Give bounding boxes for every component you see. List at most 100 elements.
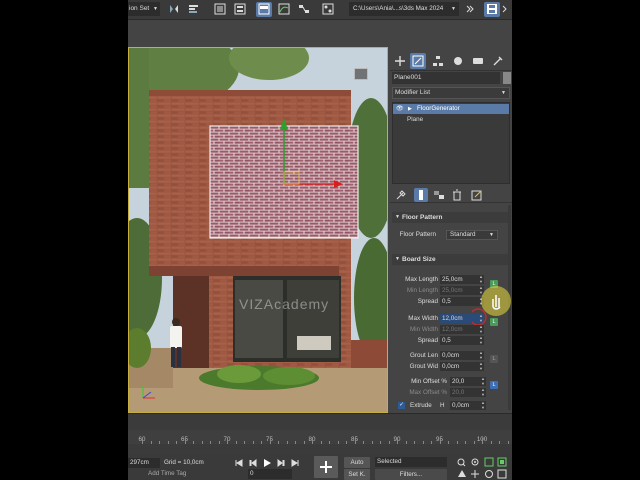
timeline-tick: [286, 441, 288, 444]
eye-icon[interactable]: 👁: [396, 104, 404, 114]
stack-item-plane[interactable]: Plane: [393, 115, 509, 125]
toggle-ribbon-icon[interactable]: [256, 2, 272, 17]
go-to-end-icon[interactable]: [290, 458, 300, 468]
spinner-arrows-icon[interactable]: ▲ ▼: [481, 400, 485, 410]
create-tab-icon[interactable]: [392, 53, 408, 69]
min-width-value: 12,0cm: [442, 326, 463, 333]
selected-label: Selected: [377, 458, 402, 465]
floor-pattern-label: Floor Pattern: [399, 231, 436, 238]
grout-wid-spinner[interactable]: 0,0cm ▲ ▼: [440, 361, 484, 371]
layer-explorer-icon[interactable]: [232, 2, 248, 17]
overflow-chevron-icon[interactable]: [462, 2, 478, 17]
timeline-tick: [405, 441, 407, 444]
spinner-arrows-icon[interactable]: ▲ ▼: [479, 324, 483, 334]
timeline-tick: [473, 441, 475, 444]
cursor-highlight: [472, 286, 511, 325]
lock-icon[interactable]: L: [490, 355, 498, 363]
floor-pattern-rollout[interactable]: ▼ Floor Pattern: [392, 212, 510, 223]
timeline-tick: [235, 441, 237, 444]
zoom-extents-icon[interactable]: [484, 457, 494, 467]
filters-button[interactable]: Filters...: [375, 469, 447, 480]
spinner-arrows-icon[interactable]: ▲ ▼: [479, 361, 483, 371]
zoom-icon[interactable]: [457, 458, 466, 467]
timeline-tick: [414, 441, 415, 444]
key-filter-dropdown[interactable]: Selected: [375, 457, 447, 467]
material-editor-icon[interactable]: [320, 2, 336, 17]
schematic-view-icon[interactable]: [296, 2, 312, 17]
grout-len-spinner[interactable]: 0,0cm ▲ ▼: [440, 350, 484, 360]
time-ruler[interactable]: 6065707580859095100: [128, 430, 512, 444]
chevron-down-icon: ▼: [153, 6, 158, 12]
play-icon[interactable]: [262, 458, 272, 468]
utilities-tab-icon[interactable]: [490, 53, 506, 69]
board-size-rollout[interactable]: ▼ Board Size: [392, 254, 510, 265]
max-length-value: 25,0cm: [442, 276, 463, 283]
zoom-extents-all-icon[interactable]: [497, 457, 507, 467]
mirror-icon[interactable]: [166, 2, 182, 17]
make-unique-icon[interactable]: [432, 188, 446, 202]
timeline-tick: [244, 441, 245, 444]
min-offset-label: Min Offset %: [411, 378, 447, 385]
add-time-tag-label[interactable]: Add Time Tag: [148, 469, 186, 479]
timeline-tick: [142, 438, 143, 444]
pin-stack-icon[interactable]: [394, 188, 408, 202]
stack-item-label: FloorGenerator: [417, 105, 460, 112]
viewcube-icon[interactable]: [354, 68, 368, 80]
pan-icon[interactable]: [471, 470, 479, 478]
configure-modifier-sets-icon[interactable]: [470, 188, 484, 202]
lock-icon[interactable]: L: [490, 381, 498, 389]
floor-pattern-dropdown[interactable]: Standard ▼: [446, 230, 498, 240]
go-to-start-icon[interactable]: [234, 458, 244, 468]
field-of-view-icon[interactable]: [458, 470, 466, 477]
rollout-title: Board Size: [402, 256, 436, 263]
orbit-icon[interactable]: [485, 470, 493, 478]
motion-tab-icon[interactable]: [450, 53, 466, 69]
timeline-tick: [210, 441, 211, 444]
set-key-button[interactable]: Set K.: [344, 469, 370, 480]
coordinate-field[interactable]: 297cm: [128, 458, 160, 468]
project-path-dropdown[interactable]: C:\Users\Ania\...s\3ds Max 2024 ▼: [349, 2, 459, 16]
timeline-tick: [269, 438, 271, 444]
object-color-swatch[interactable]: [503, 72, 511, 84]
stack-item-floorgenerator[interactable]: 👁 ▶ FloorGenerator: [393, 104, 509, 114]
maximize-viewport-icon[interactable]: [497, 469, 507, 479]
max-offset-spinner[interactable]: 20,0 ▲ ▼: [450, 387, 486, 397]
timeline[interactable]: 6065707580859095100: [128, 413, 512, 454]
min-width-label: Min Width: [410, 326, 438, 333]
save-icon[interactable]: [484, 2, 500, 17]
spinner-arrows-icon[interactable]: ▲ ▼: [479, 350, 483, 360]
selection-set-dropdown[interactable]: ion Set ▼: [128, 2, 160, 16]
spinner-arrows-icon[interactable]: ▲ ▼: [481, 387, 485, 397]
remove-modifier-icon[interactable]: [450, 188, 464, 202]
align-icon[interactable]: [186, 2, 202, 17]
current-frame-field[interactable]: 0: [248, 469, 292, 479]
next-frame-icon[interactable]: [276, 458, 286, 468]
min-offset-spinner[interactable]: 20,0 ▲ ▼: [450, 376, 486, 386]
previous-frame-icon[interactable]: [248, 458, 258, 468]
timeline-tick: [218, 441, 220, 444]
object-name-field[interactable]: Plane001: [392, 72, 500, 84]
key-mode-button[interactable]: [314, 456, 338, 478]
scene-explorer-icon[interactable]: [212, 2, 228, 17]
min-length-value: 25,0cm: [442, 287, 463, 294]
extrude-height-spinner[interactable]: 0,0cm ▲ ▼: [450, 400, 486, 410]
timeline-tick: [184, 438, 186, 444]
spread-width-spinner[interactable]: 0,5 ▲ ▼: [440, 335, 484, 345]
modifier-list-dropdown[interactable]: Modifier List ▼: [392, 87, 510, 99]
zoom-all-icon[interactable]: [471, 458, 479, 466]
extrude-checkbox[interactable]: ✓: [398, 402, 405, 409]
display-tab-icon[interactable]: [470, 53, 486, 69]
spinner-arrows-icon[interactable]: ▲ ▼: [479, 335, 483, 345]
hierarchy-tab-icon[interactable]: [430, 53, 446, 69]
auto-key-button[interactable]: Auto: [344, 457, 370, 468]
spinner-arrows-icon[interactable]: ▲ ▼: [481, 376, 485, 386]
curve-editor-icon[interactable]: [276, 2, 292, 17]
grout-len-label: Grout Len: [409, 352, 438, 359]
min-width-spinner[interactable]: 12,0cm ▲ ▼: [440, 324, 484, 334]
modify-tab-icon[interactable]: [410, 53, 426, 69]
show-end-result-icon[interactable]: [414, 188, 428, 202]
more-tools-icon[interactable]: [500, 2, 510, 17]
expand-arrow-icon[interactable]: ▶: [408, 104, 412, 114]
perspective-viewport[interactable]: VIZAcademy: [128, 47, 388, 413]
timeline-tick: [431, 441, 432, 444]
